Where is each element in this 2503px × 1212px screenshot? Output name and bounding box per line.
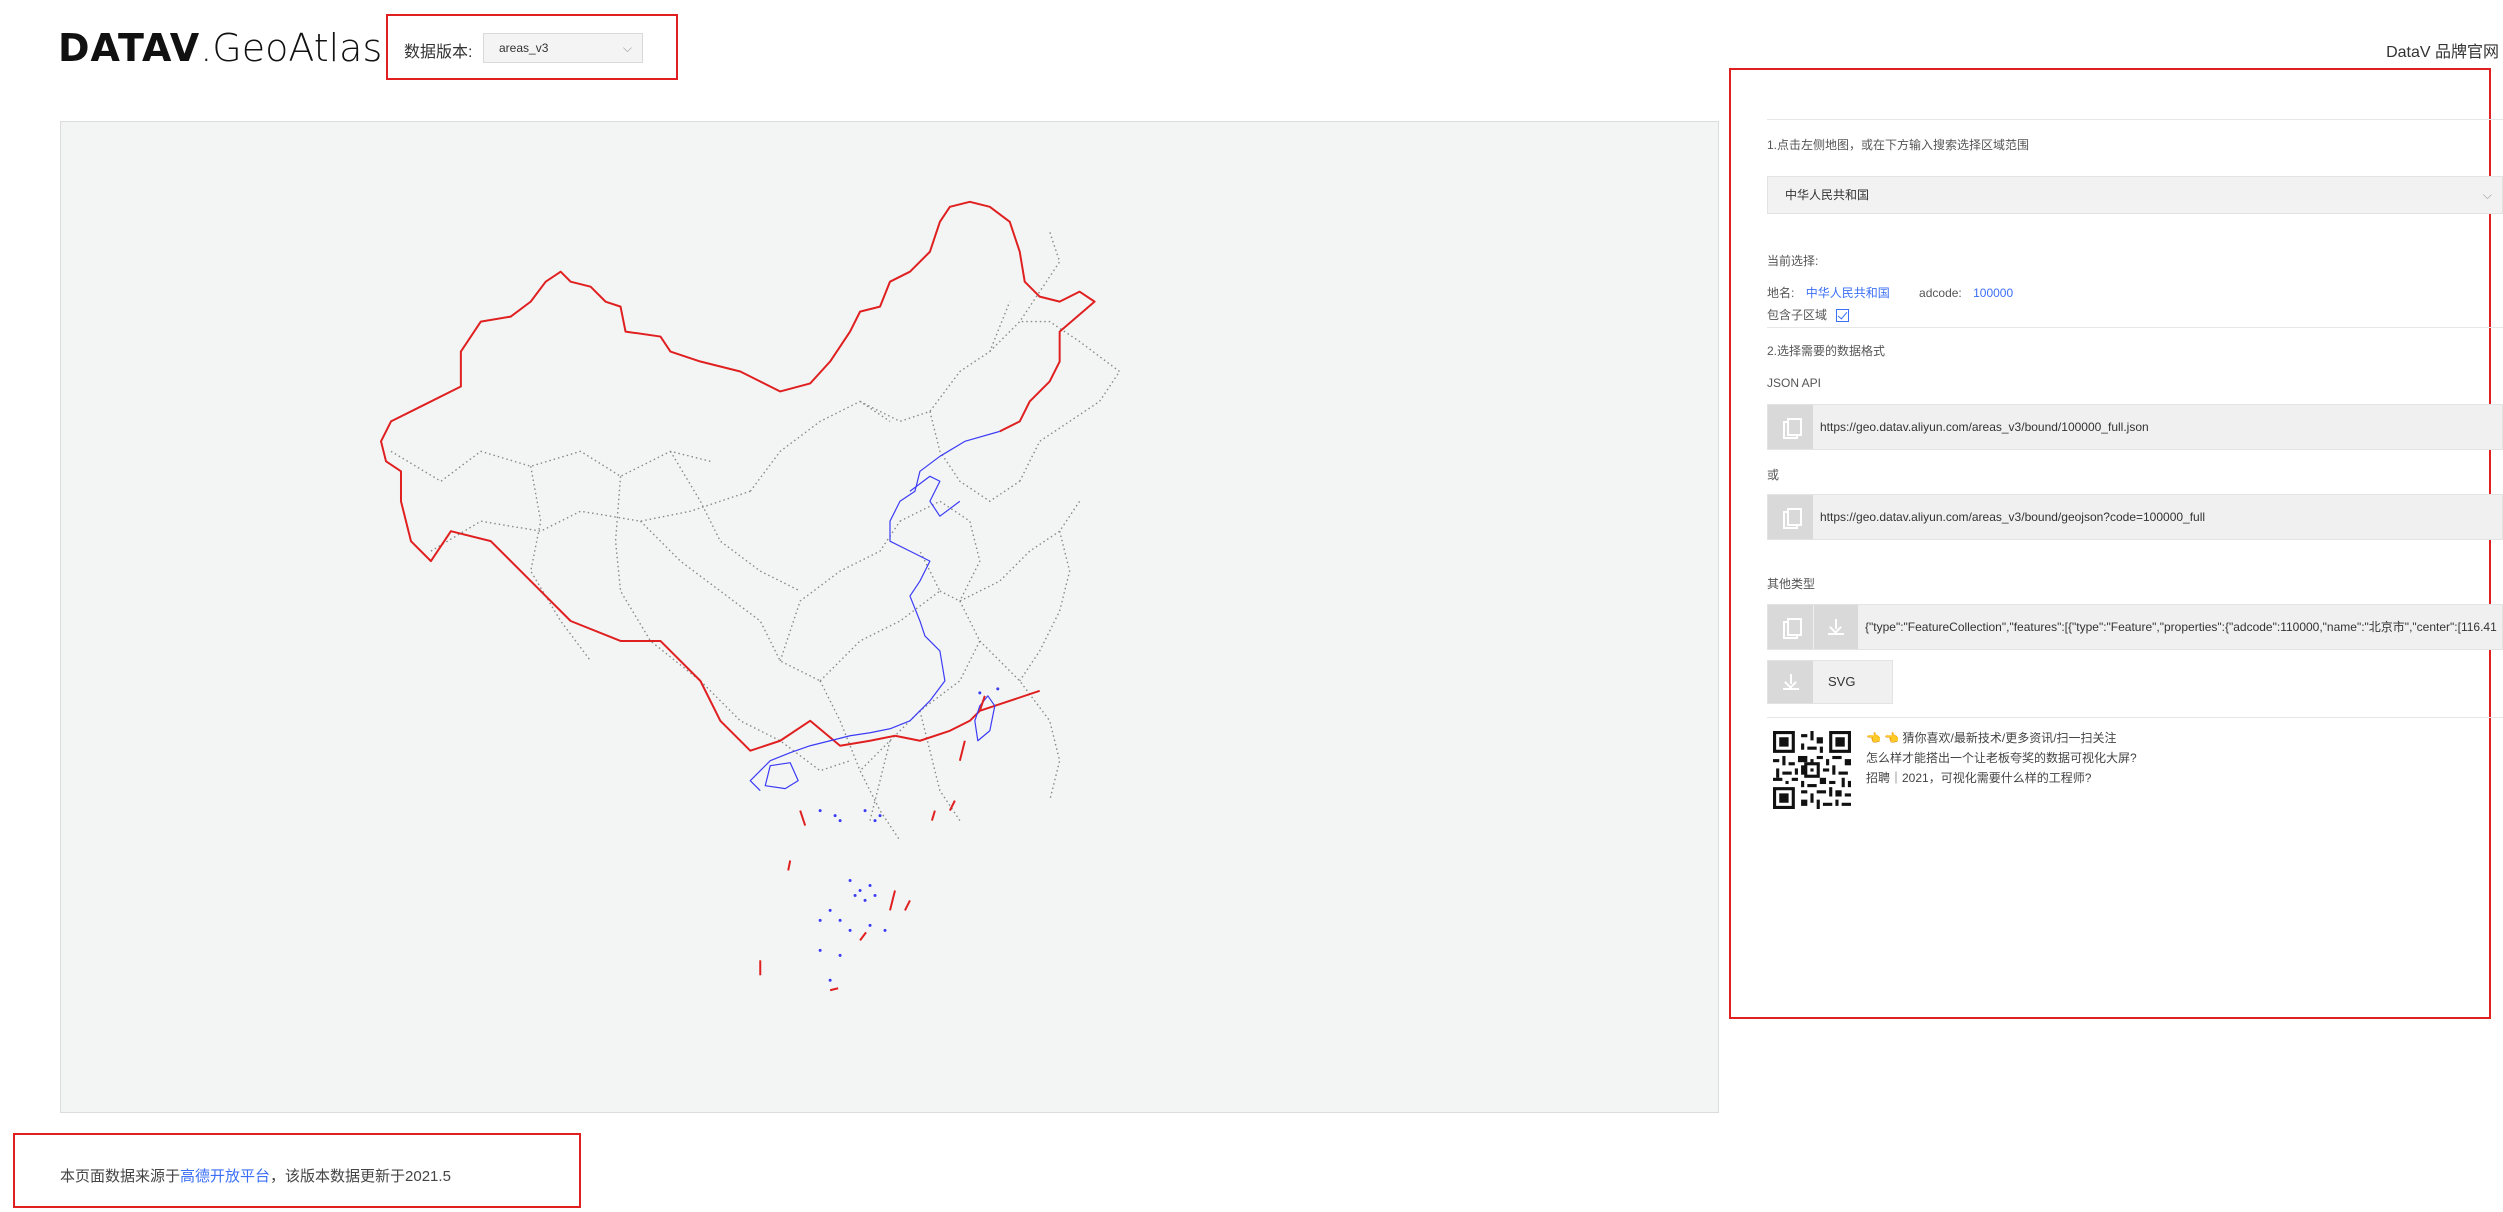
download-svg-button[interactable]: SVG xyxy=(1767,660,1893,704)
divider xyxy=(1767,119,2503,120)
download-icon xyxy=(1782,674,1799,690)
datav-geoatlas-logo[interactable]: DATAV .GeoAtlas xyxy=(58,26,382,70)
area-select-value: 中华人民共和国 xyxy=(1785,188,1870,202)
include-subregion-row: 包含子区域 xyxy=(1767,306,2503,323)
place-name-label: 地名: xyxy=(1767,286,1795,300)
chevron-down-icon: ⌵ xyxy=(2482,188,2492,202)
geojson-preview-text: {"type":"FeatureCollection","features":[… xyxy=(1865,620,2497,634)
promo-line-3[interactable]: 招聘｜2021，可视化需要什么样的工程师? xyxy=(1866,769,2091,786)
step2-instruction: 2.选择需要的数据格式 xyxy=(1767,344,1886,358)
json-url-value[interactable]: https://geo.datav.aliyun.com/areas_v3/bo… xyxy=(1820,405,2149,449)
version-select-value: areas_v3 xyxy=(499,41,549,55)
data-source-note: 本页面数据来源于高德开放平台，该版本数据更新于2021.5 xyxy=(60,1165,451,1186)
promo-line-2[interactable]: 怎么样才能搭出一个让老板夸奖的数据可视化大屏? xyxy=(1866,749,2137,766)
geojson-preview-row[interactable]: {"type":"FeatureCollection","features":[… xyxy=(1767,604,2503,650)
geojson-url-row[interactable]: https://geo.datav.aliyun.com/areas_v3/bo… xyxy=(1767,494,2503,540)
brand-site-link[interactable]: DataV 品牌官网 xyxy=(2386,38,2499,62)
copy-url-button[interactable] xyxy=(1768,405,1813,449)
logo-light-text: .GeoAtlas xyxy=(200,26,383,70)
qr-code xyxy=(1773,731,1851,809)
divider xyxy=(1767,717,2503,718)
adcode-label: adcode: xyxy=(1919,286,1962,300)
copy-icon xyxy=(1782,508,1802,529)
svg-label: SVG xyxy=(1828,674,1856,689)
promo-line-1[interactable]: 👈 👈 猜你喜欢/最新技术/更多资讯/扫一扫关注 xyxy=(1866,729,2117,746)
copy-geojson-button[interactable] xyxy=(1768,605,1813,649)
logo-bold-text: DATAV xyxy=(58,26,201,70)
version-label: 数据版本: xyxy=(404,44,473,61)
copy-icon xyxy=(1782,618,1802,639)
divider xyxy=(1767,327,2503,328)
source-suffix: ，该版本数据更新于2021.5 xyxy=(270,1168,451,1185)
map-canvas[interactable] xyxy=(60,121,1719,1113)
chevron-down-icon: ⌵ xyxy=(622,41,632,55)
china-map[interactable] xyxy=(61,122,1718,1112)
or-label: 或 xyxy=(1767,468,1780,482)
download-icon xyxy=(1828,619,1844,635)
step1-instruction: 1.点击左侧地图，或在下方输入搜索选择区域范围 xyxy=(1767,138,2030,152)
json-url-row[interactable]: https://geo.datav.aliyun.com/areas_v3/bo… xyxy=(1767,404,2503,450)
include-subregion-checkbox[interactable] xyxy=(1836,309,1850,323)
source-prefix: 本页面数据来源于 xyxy=(60,1168,181,1185)
copy-url-button[interactable] xyxy=(1768,495,1813,539)
copy-icon xyxy=(1782,418,1802,439)
hainan-island xyxy=(764,762,799,790)
taiwan-island xyxy=(974,695,996,742)
selection-info: 地名: 中华人民共和国 adcode: 100000 xyxy=(1767,284,2503,301)
download-svg-icon-cell xyxy=(1768,661,1813,703)
adcode-value: 100000 xyxy=(1973,286,2014,300)
version-select[interactable]: areas_v3 ⌵ xyxy=(483,33,643,63)
place-name-value: 中华人民共和国 xyxy=(1805,286,1890,300)
download-geojson-button[interactable] xyxy=(1813,605,1858,649)
other-types-label: 其他类型 xyxy=(1767,577,1816,591)
island-dots xyxy=(818,687,1000,982)
amap-open-platform-link[interactable]: 高德开放平台 xyxy=(180,1168,270,1185)
south-border xyxy=(894,689,1041,742)
geojson-url-value[interactable]: https://geo.datav.aliyun.com/areas_v3/bo… xyxy=(1820,495,2205,539)
area-search-select[interactable]: 中华人民共和国 ⌵ xyxy=(1767,176,2503,214)
china-land-border xyxy=(380,200,1096,752)
current-selection-label: 当前选择: xyxy=(1767,254,1819,268)
include-subregion-label: 包含子区域 xyxy=(1767,308,1828,322)
json-api-label: JSON API xyxy=(1767,376,1822,390)
